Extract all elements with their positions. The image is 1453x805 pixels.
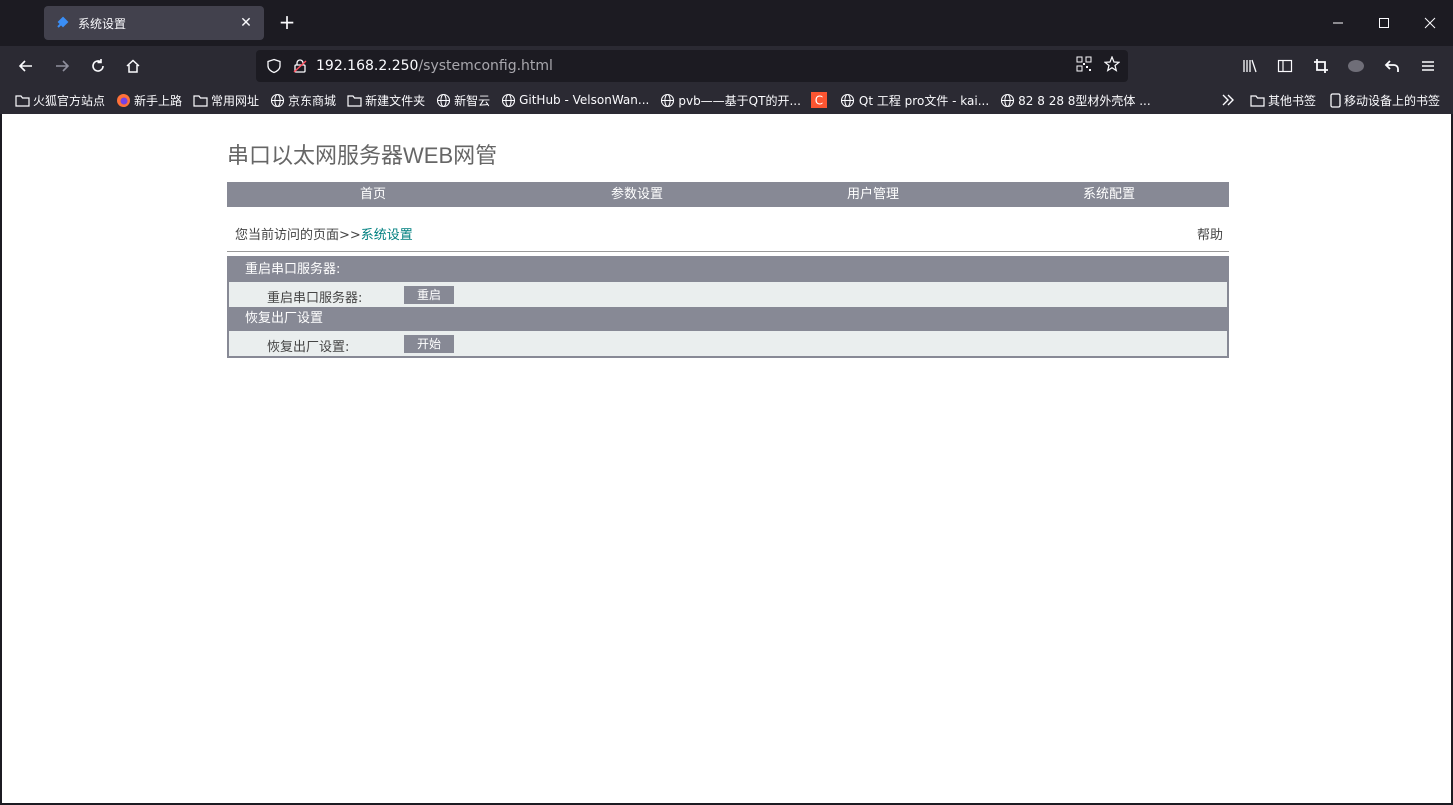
crop-screenshot-icon[interactable] [1307, 52, 1335, 80]
bookmark-item[interactable]: 京东商城 [269, 92, 336, 109]
active-tab[interactable]: 系统设置 ✕ [44, 6, 264, 40]
tab-title: 系统设置 [78, 16, 127, 31]
divider [227, 251, 1229, 252]
navigation-toolbar: 192.168.2.250/systemconfig.html [0, 46, 1453, 86]
forward-icon[interactable] [48, 52, 76, 80]
factory-reset-row: 恢复出厂设置: 开始 [229, 331, 1227, 356]
url-text[interactable]: 192.168.2.250/systemconfig.html [316, 58, 1076, 74]
csdn-icon: C [810, 92, 827, 108]
other-bookmarks[interactable]: 其他书签 [1250, 86, 1316, 114]
bookmark-item[interactable]: C [810, 92, 830, 108]
factory-reset-section-heading: 恢复出厂设置 [229, 307, 1227, 331]
bookmarks-overflow-icon[interactable] [1220, 86, 1236, 114]
bookmark-item[interactable]: 常用网址 [192, 92, 259, 109]
bookmark-label: 82 8 28 8型材外壳体 ... [1018, 93, 1151, 108]
folder-icon [1250, 94, 1265, 107]
new-tab-button[interactable]: + [276, 12, 298, 34]
svg-text:C: C [815, 94, 823, 108]
tab-strip: 系统设置 ✕ + [0, 0, 1453, 46]
globe-icon [500, 92, 516, 108]
folder-icon [192, 92, 208, 108]
globe-icon [269, 92, 285, 108]
bookmark-label: 新智云 [454, 93, 491, 108]
main-navigation: 首页 参数设置 用户管理 系统配置 [227, 182, 1229, 207]
url-host: 192.168.2.250 [316, 58, 419, 74]
system-settings-panel: 重启串口服务器: 重启串口服务器: 重启 恢复出厂设置 恢复出厂设置: 开始 [227, 256, 1229, 358]
bookmark-label: 常用网址 [211, 93, 260, 108]
nav-user-management[interactable]: 用户管理 [755, 182, 991, 207]
restart-label: 重启串口服务器: [267, 291, 363, 306]
bookmark-item[interactable]: pvb——基于QT的开... [659, 92, 801, 109]
other-bookmarks-label: 其他书签 [1268, 93, 1317, 108]
breadcrumb-prefix: 您当前访问的页面>> [235, 228, 361, 243]
plug-icon [54, 15, 70, 31]
bookmark-label: 火狐官方站点 [33, 93, 106, 108]
window-close-icon[interactable] [1407, 0, 1453, 46]
nav-home[interactable]: 首页 [227, 182, 519, 207]
web-page: 串口以太网服务器WEB网管 首页 参数设置 用户管理 系统配置 您当前访问的页面… [2, 114, 1451, 803]
shield-icon[interactable] [264, 56, 284, 76]
bookmark-label: 京东商城 [288, 93, 337, 108]
address-bar[interactable]: 192.168.2.250/systemconfig.html [256, 50, 1128, 82]
bookmark-label: pvb——基于QT的开... [678, 93, 801, 108]
back-icon[interactable] [12, 52, 40, 80]
breadcrumb: 您当前访问的页面>>系统设置 [235, 224, 413, 243]
factory-reset-label: 恢复出厂设置: [267, 340, 350, 355]
help-link[interactable]: 帮助 [1197, 224, 1223, 243]
globe-icon [435, 92, 451, 108]
library-icon[interactable] [1236, 52, 1264, 80]
sidebar-icon[interactable] [1271, 52, 1299, 80]
firefox-icon [115, 92, 131, 108]
bookmark-label: 新手上路 [134, 93, 183, 108]
globe-icon [659, 92, 675, 108]
restart-row: 重启串口服务器: 重启 [229, 282, 1227, 307]
bookmark-label: Qt 工程 pro文件 - kai... [858, 93, 990, 108]
qr-code-icon[interactable] [1076, 56, 1092, 76]
folder-icon [14, 92, 30, 108]
bookmark-item[interactable]: GitHub - VelsonWan... [500, 92, 649, 108]
bookmarks-toolbar: 火狐官方站点 新手上路 常用网址 京东商城 新建文件夹 新智云 GitHub -… [0, 86, 1453, 114]
restart-button[interactable]: 重启 [404, 286, 454, 304]
mobile-bookmarks[interactable]: 移动设备上的书签 [1330, 86, 1440, 114]
extension-icon[interactable] [1342, 52, 1370, 80]
minimize-icon[interactable] [1315, 0, 1361, 46]
insecure-lock-icon[interactable] [290, 56, 310, 76]
bookmark-star-icon[interactable] [1103, 55, 1121, 76]
bookmark-label: GitHub - VelsonWan... [519, 93, 650, 107]
bookmark-item[interactable]: 火狐官方站点 [14, 92, 105, 109]
nav-system-config[interactable]: 系统配置 [991, 182, 1227, 207]
browser-window: 系统设置 ✕ + 192.168.2.250/systemconfig.html… [0, 0, 1453, 805]
undo-arrow-icon[interactable] [1378, 52, 1406, 80]
restart-section-heading: 重启串口服务器: [229, 258, 1227, 282]
mobile-bookmarks-label: 移动设备上的书签 [1344, 93, 1441, 108]
factory-reset-start-button[interactable]: 开始 [404, 335, 454, 353]
bookmark-item[interactable]: 新建文件夹 [346, 92, 425, 109]
maximize-icon[interactable] [1361, 0, 1407, 46]
mobile-device-icon [1330, 92, 1341, 108]
url-path: /systemconfig.html [418, 58, 553, 74]
tab-close-icon[interactable]: ✕ [238, 15, 254, 31]
folder-icon [346, 92, 362, 108]
bookmark-item[interactable]: 新手上路 [115, 92, 182, 109]
breadcrumb-current[interactable]: 系统设置 [361, 228, 413, 243]
nav-parameter-settings[interactable]: 参数设置 [519, 182, 755, 207]
home-icon[interactable] [119, 52, 147, 80]
bookmark-label: 新建文件夹 [365, 93, 426, 108]
bookmark-item[interactable]: 新智云 [435, 92, 490, 109]
reload-icon[interactable] [84, 52, 112, 80]
globe-icon [840, 92, 856, 108]
globe-icon [999, 92, 1015, 108]
bookmark-item[interactable]: Qt 工程 pro文件 - kai... [840, 92, 989, 109]
bookmark-item[interactable]: 82 8 28 8型材外壳体 ... [999, 92, 1151, 109]
site-title: 串口以太网服务器WEB网管 [227, 143, 498, 168]
menu-icon[interactable] [1414, 52, 1442, 80]
